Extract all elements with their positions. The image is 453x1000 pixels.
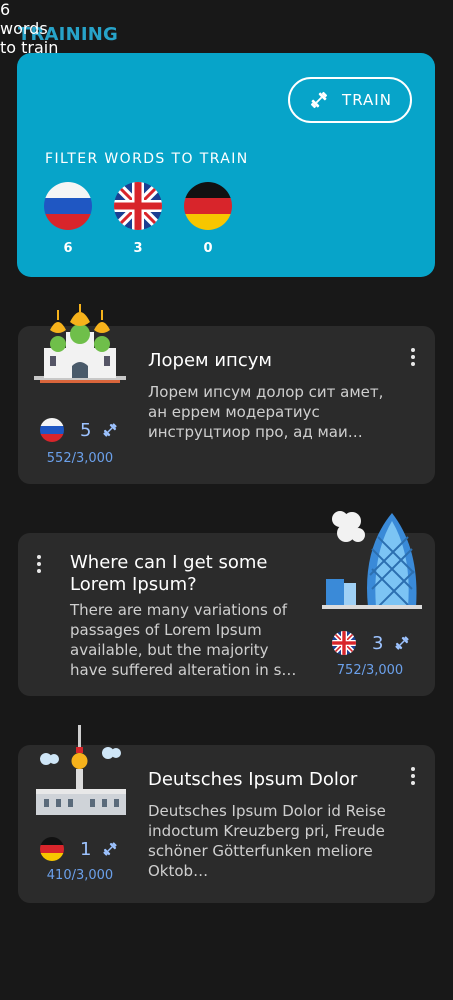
words-to-train-count: 5 [80,419,92,441]
words-to-train-count: 3 [372,632,384,654]
progress-text: 752/3,000 [336,663,404,678]
course-card-german[interactable]: 1 410/3,000 Deutsches Ipsum Dolor Deutsc… [18,725,435,903]
tv-tower-icon [32,723,132,823]
dumbbell-icon [101,421,119,439]
train-button[interactable]: TRAIN [288,77,412,123]
card-title: Лорем ипсум [148,350,272,371]
card-description: There are many variations of passages of… [70,601,297,679]
filter-title: FILTER WORDS TO TRAIN [45,151,249,167]
skyscraper-icon [320,509,424,609]
more-options-icon[interactable] [410,767,416,785]
russian-flag-icon [44,182,92,230]
words-label: words [0,19,48,38]
uk-flag-icon [114,182,162,230]
progress-text: 410/3,000 [46,868,114,883]
russian-flag-icon [40,418,64,442]
train-button-label: TRAIN [342,91,392,109]
card-description: Лорем ипсум долор сит амет, ан еррем мод… [148,383,384,441]
flag-count-german: 0 [203,241,213,256]
dumbbell-icon [393,634,411,652]
filter-flag-english[interactable] [114,182,162,230]
flag-count-russian: 6 [63,241,73,256]
dumbbell-icon [101,840,119,858]
card-description: Deutsches Ipsum Dolor id Reise indoctum … [148,802,386,880]
flag-count-english: 3 [133,241,143,256]
progress-text: 552/3,000 [46,451,114,466]
course-card-russian[interactable]: 5 552/3,000 Лорем ипсум Лорем ипсум доло… [18,304,435,484]
more-options-icon[interactable] [410,348,416,366]
uk-flag-icon [332,631,356,655]
to-train-label: to train [0,38,59,57]
card-title: Where can I get some Lorem Ipsum? [70,552,268,595]
church-icon [30,304,130,404]
course-card-english[interactable]: Where can I get some Lorem Ipsum? There … [18,511,435,696]
card-title: Deutsches Ipsum Dolor [148,769,358,790]
more-options-icon[interactable] [36,555,42,573]
filter-flag-russian[interactable] [44,182,92,230]
filter-flag-german[interactable] [184,182,232,230]
german-flag-icon [184,182,232,230]
dumbbell-icon [308,89,330,111]
german-flag-icon [40,837,64,861]
words-to-train-count: 1 [80,838,92,860]
words-to-train-count: 6 [0,0,11,19]
